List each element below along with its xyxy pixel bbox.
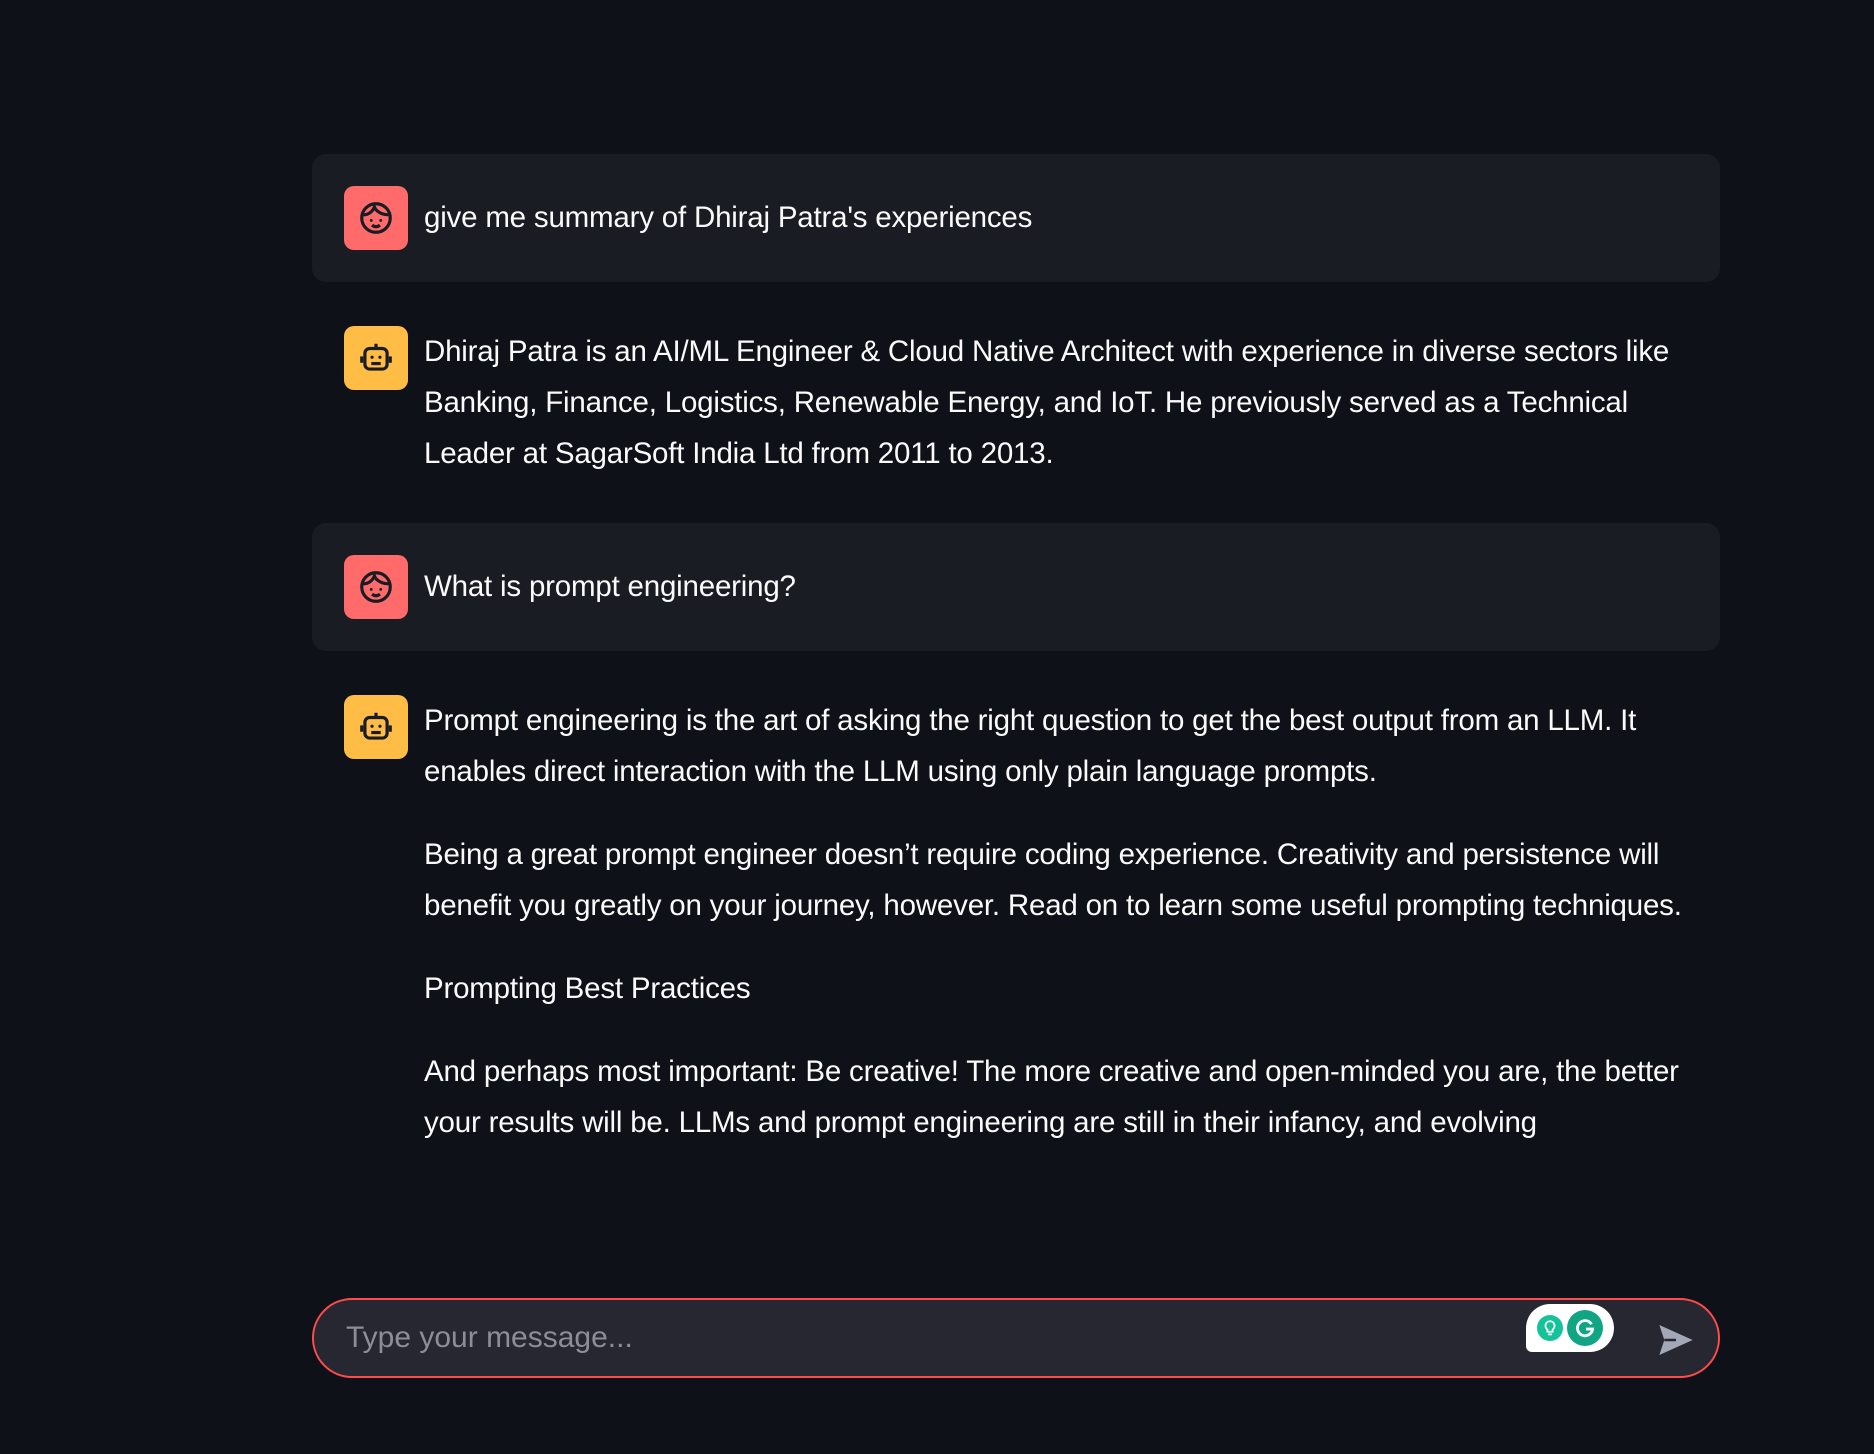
- grammarly-icon[interactable]: [1567, 1310, 1603, 1346]
- robot-icon: [360, 343, 392, 371]
- assistant-avatar: [344, 326, 408, 390]
- user-avatar: [344, 186, 408, 250]
- chat-message-user: give me summary of Dhiraj Patra's experi…: [312, 154, 1720, 282]
- message-paragraph: And perhaps most important: Be creative!…: [424, 1055, 1679, 1139]
- message-paragraph: Prompt engineering is the art of asking …: [424, 704, 1637, 788]
- assistant-avatar: [344, 695, 408, 759]
- user-face-icon: [360, 201, 392, 234]
- message-content: Dhiraj Patra is an AI/ML Engineer & Clou…: [424, 326, 1698, 479]
- message-paragraph: Being a great prompt engineer doesn’t re…: [424, 838, 1682, 922]
- send-button[interactable]: [1652, 1316, 1700, 1364]
- message-paragraph: Prompting Best Practices: [424, 972, 751, 1005]
- robot-icon: [360, 712, 392, 740]
- chat-message-list: give me summary of Dhiraj Patra's experi…: [312, 154, 1720, 1192]
- lightbulb-icon[interactable]: [1537, 1315, 1563, 1341]
- chat-input-container: [312, 1298, 1720, 1378]
- user-face-icon: [360, 570, 392, 603]
- message-paragraph: What is prompt engineering?: [424, 570, 796, 603]
- chat-message-input[interactable]: [314, 1320, 1718, 1356]
- message-paragraph: Dhiraj Patra is an AI/ML Engineer & Clou…: [424, 335, 1670, 470]
- chat-message-user: What is prompt engineering?: [312, 523, 1720, 651]
- message-content: What is prompt engineering?: [424, 555, 1698, 619]
- send-icon: [1659, 1325, 1693, 1355]
- message-content: Prompt engineering is the art of asking …: [424, 695, 1698, 1148]
- chat-message-assistant: Dhiraj Patra is an AI/ML Engineer & Clou…: [312, 306, 1720, 499]
- message-content: give me summary of Dhiraj Patra's experi…: [424, 186, 1698, 250]
- chat-message-assistant: Prompt engineering is the art of asking …: [312, 675, 1720, 1168]
- grammarly-widget[interactable]: [1526, 1304, 1614, 1352]
- message-paragraph: give me summary of Dhiraj Patra's experi…: [424, 201, 1033, 234]
- user-avatar: [344, 555, 408, 619]
